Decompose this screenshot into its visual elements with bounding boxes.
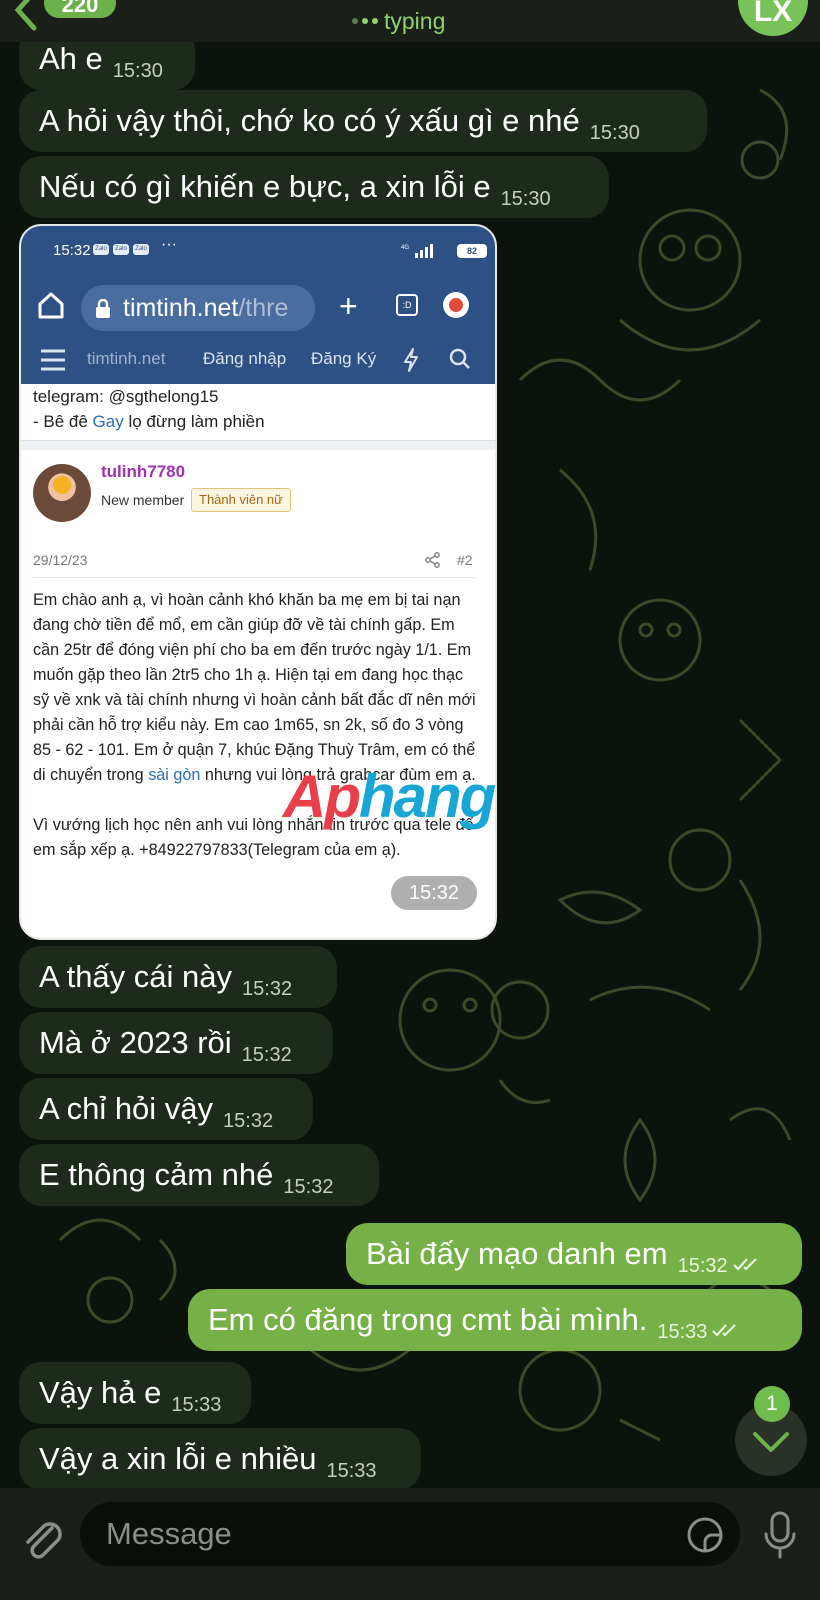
bolt-icon — [404, 348, 418, 372]
message-bubble[interactable]: Nếu có gì khiến e bực, a xin lỗi e 15:30 — [19, 156, 609, 218]
screenshot-image-message[interactable]: 15:32 Zalo Zalo Zalo ··· 4G 82 timtinh.n… — [19, 224, 497, 940]
share-icon — [425, 552, 440, 568]
unread-count-badge: 1 — [754, 1386, 790, 1422]
post-paragraph: Em chào anh ạ, vì hoàn cảnh khó khăn ba … — [33, 591, 476, 784]
register-link: Đăng Ký — [311, 349, 377, 368]
message-time: 15:33 — [657, 1321, 708, 1343]
message-bubble[interactable]: A chỉ hỏi vậy 15:32 — [19, 1078, 313, 1140]
attach-icon[interactable] — [20, 1514, 64, 1562]
message-bubble[interactable]: A thấy cái này 15:32 — [19, 946, 337, 1008]
member-badge: Thành viên nữ — [191, 488, 291, 512]
typing-status: typing — [352, 6, 445, 36]
message-bubble[interactable]: Mà ở 2023 rồi 15:32 — [19, 1012, 333, 1074]
message-time: 15:33 — [171, 1394, 222, 1416]
url-path: /thre — [238, 294, 289, 322]
lock-icon — [96, 299, 110, 318]
message-text: Ah e — [39, 41, 103, 76]
message-text: E thông cảm nhé — [39, 1157, 274, 1192]
message-time: 15:32 — [242, 978, 293, 1000]
phone-clock: 15:32 — [53, 242, 91, 259]
message-text: Bài đấy mạo danh em — [366, 1236, 668, 1271]
tabs-icon: :D — [396, 294, 418, 316]
url-host: timtinh.net — [123, 294, 239, 322]
message-text: Nếu có gì khiến e bực, a xin lỗi e — [39, 169, 491, 204]
double-check-icon — [712, 1324, 737, 1337]
double-check-icon — [732, 1258, 757, 1271]
url-bar: timtinh.net/thre — [81, 285, 315, 331]
new-tab-icon: + — [339, 288, 358, 324]
back-unread-badge[interactable]: 220 — [44, 0, 116, 18]
member-role: New member — [101, 492, 185, 508]
search-icon — [449, 348, 470, 369]
post-date: 29/12/23 — [33, 552, 88, 568]
divider — [33, 577, 475, 578]
mic-icon[interactable] — [762, 1510, 798, 1560]
back-chevron-icon[interactable] — [8, 0, 44, 32]
message-time: 15:32 — [223, 1110, 274, 1132]
message-bubble[interactable]: Vậy a xin lỗi e nhiều 15:33 — [19, 1428, 421, 1490]
message-time: 15:32 — [677, 1255, 728, 1277]
message-input[interactable] — [80, 1502, 740, 1566]
notification-icons: Zalo Zalo Zalo — [93, 244, 149, 255]
chat-avatar[interactable]: LX — [738, 0, 808, 36]
extension-icon — [443, 292, 469, 318]
message-time: 15:32 — [283, 1176, 334, 1198]
battery-icon: 82 — [457, 244, 487, 258]
message-bubble[interactable]: E thông cảm nhé 15:32 — [19, 1144, 379, 1206]
message-bubble[interactable]: A hỏi vậy thôi, chớ ko có ý xấu gì e nhé… — [19, 90, 707, 152]
watermark-logo: Aphang — [283, 763, 496, 830]
zalo-icon: Zalo — [93, 244, 109, 255]
site-brand: timtinh.net — [87, 349, 166, 368]
message-text: A hỏi vậy thôi, chớ ko có ý xấu gì e nhé — [39, 103, 580, 138]
outgoing-message-bubble[interactable]: Bài đấy mạo danh em 15:32 — [346, 1223, 802, 1285]
user-avatar — [33, 464, 91, 522]
chat-header: 220 typing LX — [0, 0, 820, 42]
message-time: 15:30 — [500, 188, 551, 210]
browser-toolbar: timtinh.net/thre + :D — [21, 280, 495, 334]
typing-label: typing — [384, 7, 446, 34]
message-time: 15:30 — [112, 60, 163, 82]
more-notifications-icon: ··· — [161, 236, 177, 253]
previous-post-snippet: telegram: @sgthelong15 - Bê đê Gay lọ đừ… — [33, 384, 265, 434]
phone-status-bar: 15:32 Zalo Zalo Zalo ··· 4G 82 — [21, 226, 495, 280]
message-text: A thấy cái này — [39, 959, 233, 994]
message-text: Vậy a xin lỗi e nhiều — [39, 1441, 317, 1476]
home-icon — [38, 292, 64, 319]
message-bubble[interactable]: Vậy hả e 15:33 — [19, 1362, 251, 1424]
signal-icon: 4G — [401, 244, 433, 258]
message-composer — [0, 1488, 820, 1600]
hamburger-icon — [41, 349, 65, 371]
message-time: 15:33 — [326, 1460, 377, 1482]
outgoing-message-bubble[interactable]: Em có đăng trong cmt bài mình. 15:33 — [188, 1289, 802, 1351]
post-username: tulinh7780 — [101, 462, 186, 481]
typing-dots-icon — [352, 18, 378, 24]
message-time: 15:32 — [391, 876, 477, 910]
sticker-icon[interactable] — [686, 1516, 724, 1554]
message-time: 15:30 — [589, 122, 640, 144]
message-time: 15:32 — [241, 1044, 292, 1066]
message-text: Vậy hả e — [39, 1375, 162, 1410]
zalo-icon: Zalo — [133, 244, 149, 255]
divider — [21, 440, 495, 450]
zalo-icon: Zalo — [113, 244, 129, 255]
svg-text:4G: 4G — [401, 245, 409, 251]
site-nav: timtinh.net Đăng nhập Đăng Ký — [21, 334, 495, 384]
message-text: Mà ở 2023 rồi — [39, 1025, 232, 1060]
message-text: Em có đăng trong cmt bài mình. — [208, 1302, 648, 1337]
snippet-line: telegram: @sgthelong15 — [33, 387, 219, 406]
login-link: Đăng nhập — [203, 349, 287, 368]
message-text: A chỉ hỏi vậy — [39, 1091, 214, 1126]
snippet-line: - Bê đê Gay lọ đừng làm phiền — [33, 412, 265, 431]
post-number: #2 — [457, 552, 473, 568]
